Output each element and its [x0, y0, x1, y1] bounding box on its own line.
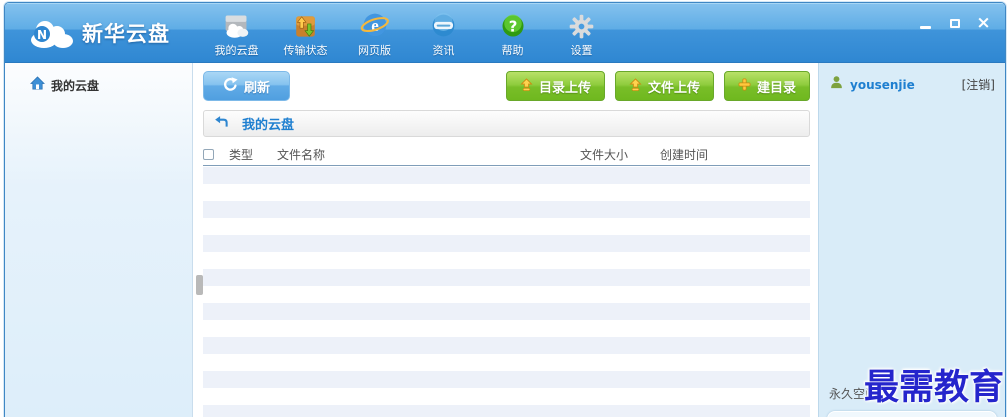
settings-icon	[568, 7, 595, 40]
select-all-checkbox[interactable]	[203, 149, 214, 160]
table-row[interactable]	[203, 218, 810, 235]
user-panel: yousenjie [注销] 永久空间	[818, 63, 1005, 417]
button-label: 目录上传	[539, 77, 591, 96]
username[interactable]: yousenjie	[850, 78, 962, 92]
toolbar-label: 设置	[571, 42, 593, 58]
table-row[interactable]	[203, 371, 810, 388]
toolbar-item-transfer-status[interactable]: 传输状态	[271, 7, 340, 58]
column-header-created[interactable]: 创建时间	[660, 146, 810, 163]
close-icon: ×	[976, 16, 990, 31]
content-area: 我的云盘 刷新	[5, 63, 1005, 417]
table-row[interactable]	[203, 303, 810, 320]
table-row[interactable]	[203, 337, 810, 354]
help-icon: ?	[499, 7, 527, 40]
table-row[interactable]	[203, 167, 810, 184]
svg-text:N: N	[37, 28, 47, 42]
file-table-body	[203, 167, 810, 417]
toolbar-item-help[interactable]: ? 帮助	[478, 7, 547, 58]
breadcrumb: 我的云盘	[203, 110, 810, 137]
refresh-icon	[223, 77, 238, 95]
svg-text:?: ?	[508, 17, 517, 35]
titlebar: N 新华云盘 我的云盘	[5, 3, 1005, 63]
close-button[interactable]: ×	[976, 16, 991, 31]
upload-icon	[629, 78, 642, 95]
toolbar-item-news[interactable]: 资讯	[409, 7, 478, 58]
main-toolbar: 我的云盘 传输状态 e	[202, 7, 616, 58]
file-upload-button[interactable]: 文件上传	[615, 71, 714, 101]
button-label: 文件上传	[648, 77, 700, 96]
table-row[interactable]	[203, 269, 810, 286]
button-label: 建目录	[757, 77, 796, 96]
sidebar: 我的云盘	[5, 63, 193, 417]
table-row[interactable]	[203, 235, 810, 252]
toolbar-item-web-version[interactable]: e 网页版	[340, 7, 409, 58]
app-title: 新华云盘	[82, 18, 170, 48]
user-row: yousenjie [注销]	[829, 75, 995, 94]
minimize-button[interactable]	[918, 16, 933, 31]
table-row[interactable]	[203, 184, 810, 201]
column-header-filename[interactable]: 文件名称	[277, 146, 580, 163]
breadcrumb-current[interactable]: 我的云盘	[242, 114, 294, 133]
app-logo: N 新华云盘	[25, 17, 170, 49]
back-icon[interactable]	[214, 114, 229, 133]
table-row[interactable]	[203, 388, 810, 405]
main-panel: 刷新 目录上传	[193, 63, 818, 417]
app-window: N 新华云盘 我的云盘	[4, 2, 1006, 417]
table-row[interactable]	[203, 320, 810, 337]
toolbar-item-my-drive[interactable]: 我的云盘	[202, 7, 271, 58]
refresh-label: 刷新	[244, 77, 270, 96]
toolbar-label: 帮助	[502, 42, 524, 58]
user-icon	[829, 75, 844, 94]
table-row[interactable]	[203, 354, 810, 371]
minimize-icon	[920, 26, 931, 29]
create-directory-button[interactable]: 建目录	[724, 71, 810, 101]
plus-icon	[738, 78, 751, 94]
table-row[interactable]	[203, 252, 810, 269]
window-controls: ×	[918, 16, 991, 31]
table-row[interactable]	[203, 286, 810, 303]
sidebar-item-label: 我的云盘	[51, 77, 99, 94]
toolbar-label: 我的云盘	[215, 42, 259, 58]
toolbar-label: 传输状态	[284, 42, 328, 58]
table-row[interactable]	[203, 201, 810, 218]
news-icon	[429, 7, 458, 40]
maximize-icon	[950, 19, 960, 28]
toolbar-label: 资讯	[433, 42, 455, 58]
file-table-header: 类型 文件名称 文件大小 创建时间	[203, 143, 810, 166]
column-header-type[interactable]: 类型	[229, 146, 277, 163]
my-drive-icon	[222, 7, 251, 40]
toolbar-item-settings[interactable]: 设置	[547, 7, 616, 58]
maximize-button[interactable]	[947, 16, 962, 31]
sidebar-item-my-drive[interactable]: 我的云盘	[5, 76, 192, 94]
space-progress-bar	[827, 411, 997, 417]
home-icon	[30, 76, 45, 94]
table-row[interactable]	[203, 405, 810, 417]
logo-cloud-icon: N	[25, 17, 77, 49]
directory-upload-button[interactable]: 目录上传	[506, 71, 605, 101]
action-bar: 刷新 目录上传	[203, 71, 810, 101]
upload-icon	[520, 78, 533, 95]
permanent-space-label: 永久空间	[829, 385, 877, 402]
logout-link[interactable]: [注销]	[962, 76, 995, 93]
toolbar-label: 网页版	[358, 42, 391, 58]
splitter-handle[interactable]	[196, 275, 203, 295]
column-header-filesize[interactable]: 文件大小	[580, 146, 660, 163]
web-version-icon: e	[360, 7, 390, 40]
transfer-status-icon	[292, 7, 319, 40]
refresh-button[interactable]: 刷新	[203, 71, 290, 101]
